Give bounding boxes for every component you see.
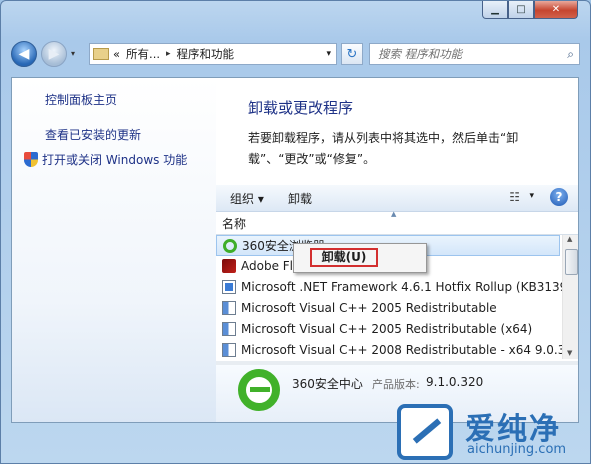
refresh-icon: ↻ — [346, 46, 358, 62]
scroll-down-icon[interactable]: ▼ — [567, 349, 572, 357]
watermark-frame-icon — [397, 404, 453, 460]
refresh-button[interactable]: ↻ — [341, 43, 363, 65]
address-overflow-chevron[interactable]: « — [113, 47, 120, 61]
control-panel-window: ▁ □ ✕ ◀ ▶ ▾ « 所有... ▸ 程序和功能 ▾ ↻ 搜索 程序和功能… — [0, 0, 591, 464]
program-name: Microsoft .NET Framework 4.6.1 Hotfix Ro… — [241, 280, 562, 294]
breadcrumb-programs-features[interactable]: 程序和功能 — [177, 46, 235, 62]
minimize-button[interactable]: ▁ — [482, 1, 508, 19]
360-product-icon — [238, 369, 280, 411]
close-button[interactable]: ✕ — [534, 1, 578, 19]
view-options-icon[interactable]: ☷ — [509, 190, 520, 204]
control-panel-folder-icon — [93, 48, 109, 60]
watermark-logo: 爱纯净 aichunjing.com — [393, 400, 591, 464]
navigation-bar: ◀ ▶ ▾ « 所有... ▸ 程序和功能 ▾ ↻ 搜索 程序和功能 ⌕ — [11, 39, 580, 69]
uac-shield-icon — [24, 152, 38, 167]
address-dropdown-icon[interactable]: ▾ — [326, 49, 331, 59]
sidebar-item-windows-features[interactable]: 打开或关闭 Windows 功能 — [24, 151, 187, 168]
installer-icon — [222, 301, 236, 315]
forward-arrow-icon: ▶ — [48, 46, 60, 62]
search-placeholder: 搜索 程序和功能 — [378, 47, 463, 61]
program-name: Microsoft Visual C++ 2005 Redistributabl… — [241, 322, 533, 336]
list-item[interactable]: Microsoft .NET Framework 4.6.1 Hotfix Ro… — [216, 277, 562, 298]
list-item[interactable]: Microsoft Visual C++ 2005 Redistributabl… — [216, 319, 562, 340]
vertical-scrollbar[interactable]: ▲ ▼ — [562, 235, 578, 359]
publisher-name: 360安全中心 — [292, 377, 363, 391]
program-name: Microsoft Visual C++ 2005 Redistributabl… — [241, 301, 497, 315]
windows-features-label: 打开或关闭 Windows 功能 — [42, 153, 188, 167]
installer-icon — [222, 343, 236, 357]
breadcrumb-all-items[interactable]: 所有... — [126, 46, 160, 62]
column-header-label: 名称 — [222, 217, 247, 231]
version-value: 9.1.0.320 — [426, 375, 484, 389]
program-name: Microsoft Visual C++ 2008 Redistributabl… — [241, 343, 562, 357]
back-arrow-icon: ◀ — [18, 46, 30, 62]
context-menu: 卸载(U) — [293, 243, 427, 273]
watermark-url: aichunjing.com — [467, 442, 567, 457]
360-browser-icon — [223, 239, 237, 253]
maximize-button[interactable]: □ — [508, 1, 534, 19]
command-bar: 组织 ▾ 卸载 ☷ ▾ ? — [216, 185, 578, 212]
recent-pages-dropdown[interactable]: ▾ — [71, 49, 81, 58]
sidebar-item-view-updates[interactable]: 查看已安装的更新 — [45, 126, 141, 143]
forward-button[interactable]: ▶ — [41, 41, 67, 67]
organize-menu[interactable]: 组织 ▾ — [230, 190, 264, 207]
list-item[interactable]: Microsoft Visual C++ 2008 Redistributabl… — [216, 340, 562, 359]
search-icon[interactable]: ⌕ — [567, 47, 574, 62]
flash-icon — [222, 259, 236, 273]
search-box[interactable]: 搜索 程序和功能 ⌕ — [369, 43, 580, 65]
view-options-dropdown[interactable]: ▾ — [529, 191, 534, 201]
installer-icon — [222, 322, 236, 336]
list-item[interactable]: Microsoft Visual C++ 2005 Redistributabl… — [216, 298, 562, 319]
context-uninstall-item[interactable]: 卸载(U) — [310, 248, 378, 267]
scroll-up-icon[interactable]: ▲ — [567, 235, 572, 243]
dotnet-icon — [222, 280, 236, 294]
sort-ascending-icon: ▲ — [391, 210, 397, 218]
version-label: 产品版本: — [372, 378, 420, 391]
name-column-header[interactable]: ▲ 名称 — [216, 210, 578, 235]
uninstall-command[interactable]: 卸载 — [288, 190, 312, 207]
task-pane: 控制面板主页 查看已安装的更新 打开或关闭 Windows 功能 — [12, 78, 216, 422]
help-icon[interactable]: ? — [550, 188, 568, 206]
page-title: 卸载或更改程序 — [248, 99, 354, 117]
sidebar-item-control-panel-home[interactable]: 控制面板主页 — [45, 91, 117, 108]
scroll-thumb[interactable] — [565, 249, 578, 275]
address-bar[interactable]: « 所有... ▸ 程序和功能 ▾ — [89, 43, 337, 65]
page-description: 若要卸载程序，请从列表中将其选中，然后单击“卸载”、“更改”或“修复”。 — [248, 131, 519, 166]
breadcrumb-separator[interactable]: ▸ — [166, 49, 171, 59]
caption-buttons: ▁ □ ✕ — [482, 1, 578, 19]
back-button[interactable]: ◀ — [11, 41, 37, 67]
